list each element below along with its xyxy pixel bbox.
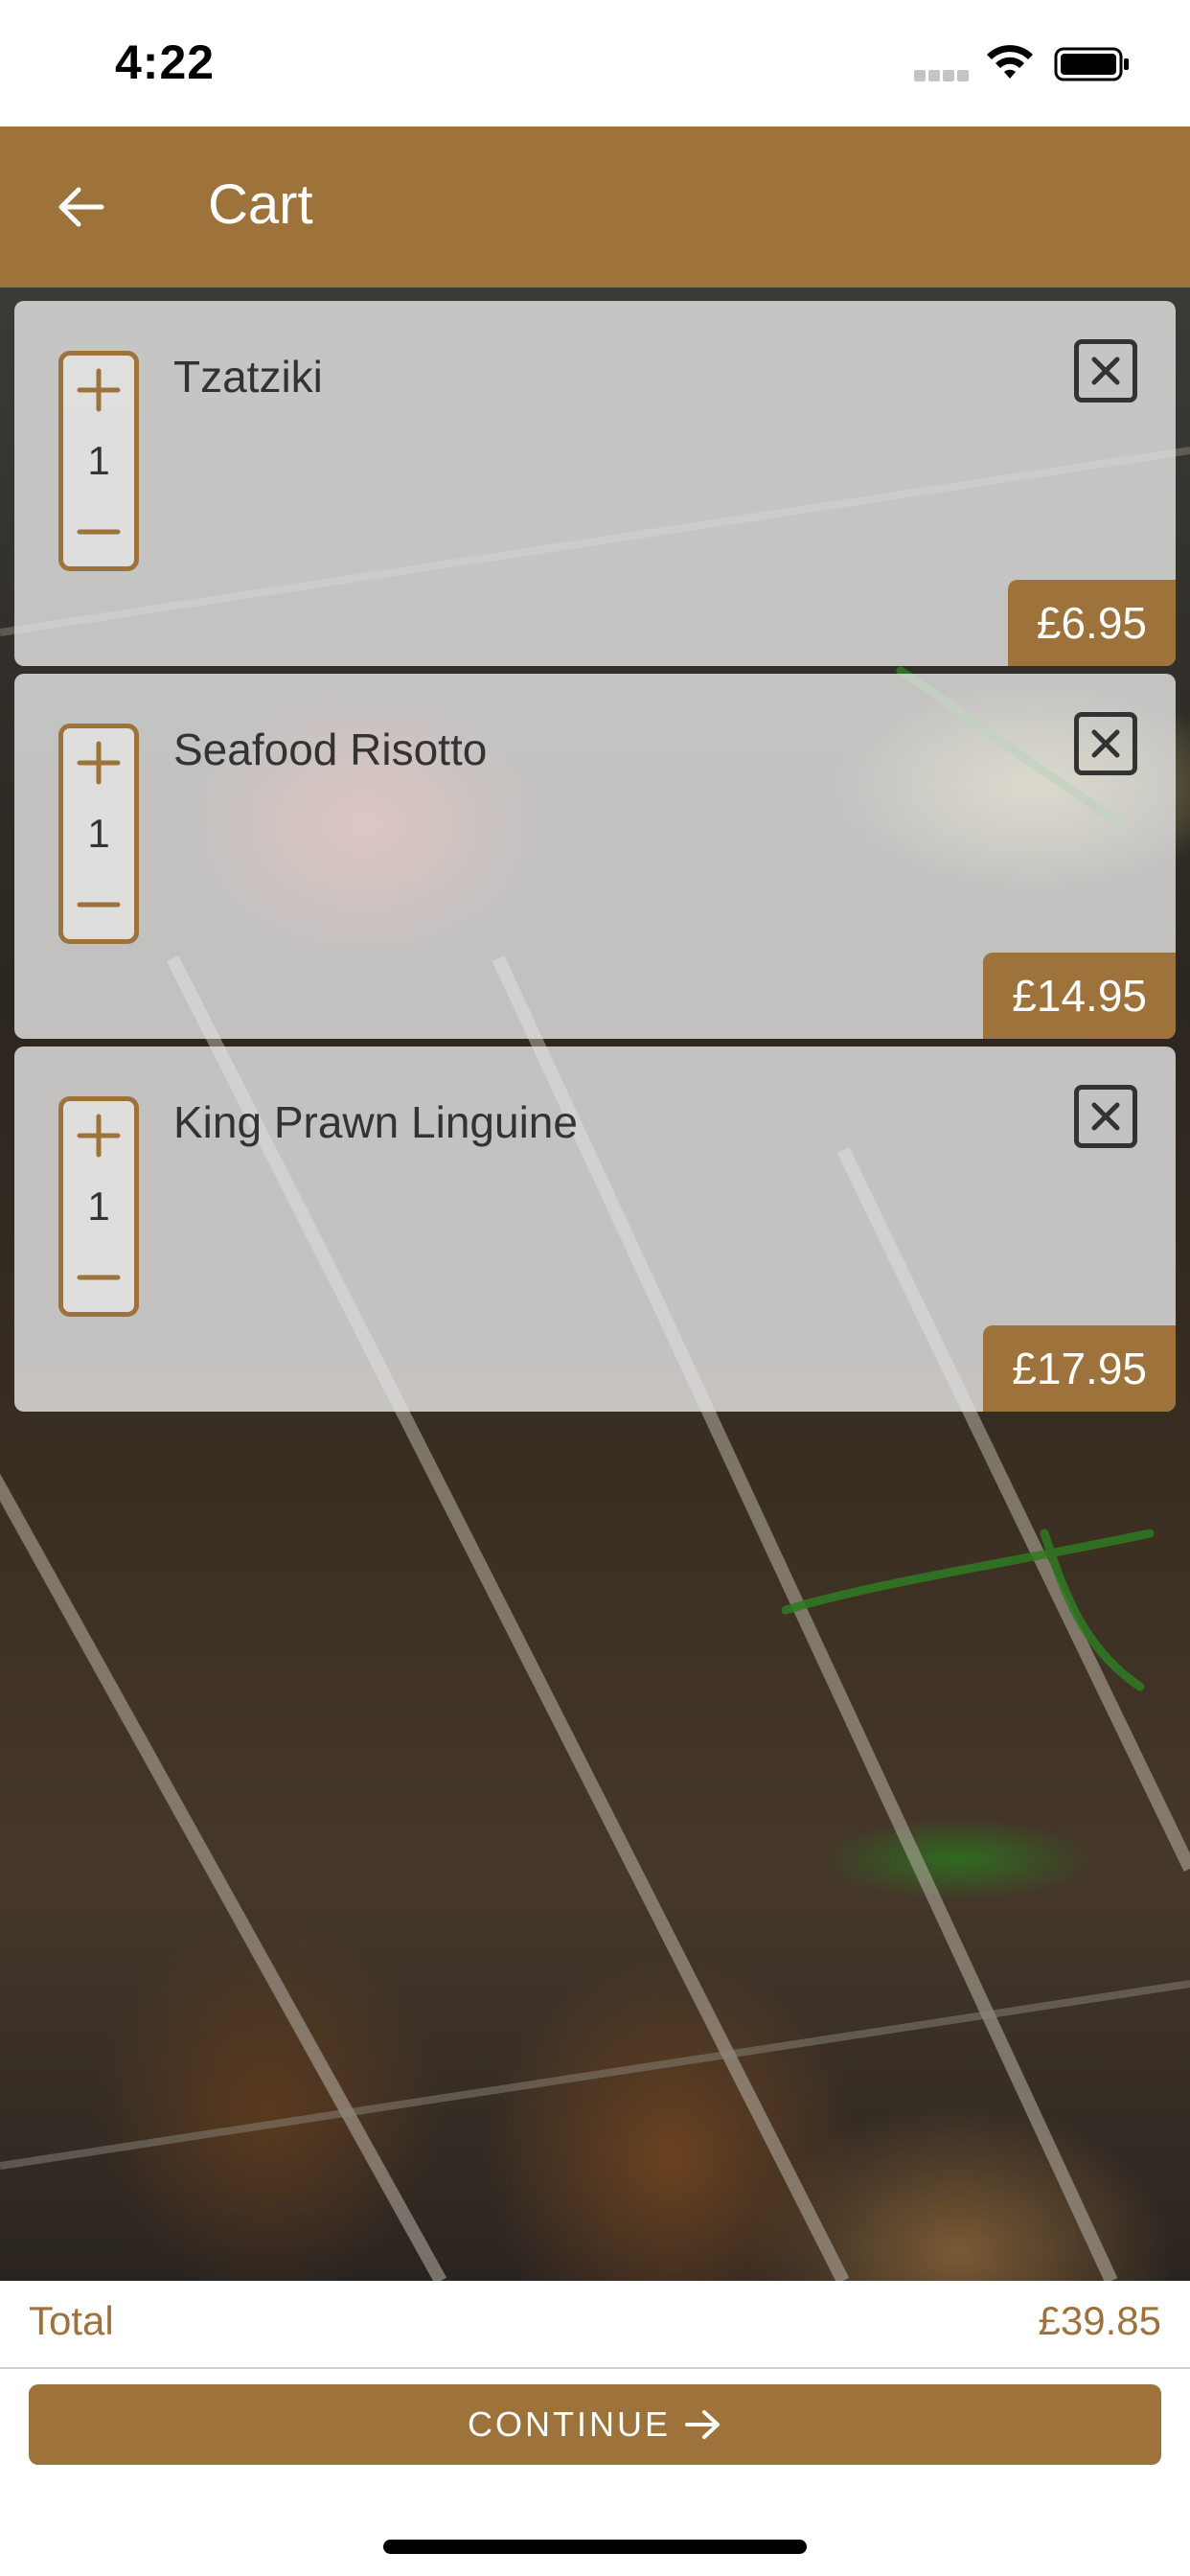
increase-quantity-button[interactable] (63, 356, 134, 425)
remove-item-button[interactable] (1074, 712, 1137, 775)
quantity-stepper: 1 (58, 351, 139, 571)
item-price: £17.95 (983, 1325, 1176, 1412)
close-icon (1091, 1102, 1120, 1131)
arrow-left-icon (58, 187, 104, 227)
quantity-stepper: 1 (58, 1096, 139, 1317)
close-icon (1091, 729, 1120, 758)
total-value: £39.85 (1038, 2298, 1161, 2343)
plus-icon (77, 1114, 121, 1158)
page-title: Cart (208, 173, 313, 236)
item-name: Seafood Risotto (173, 724, 488, 774)
remove-item-button[interactable] (1074, 339, 1137, 402)
signal-icon (914, 69, 972, 82)
quantity-value: 1 (87, 1184, 110, 1229)
arrow-right-icon (685, 2410, 720, 2439)
total-label: Total (29, 2298, 114, 2343)
close-icon (1091, 356, 1120, 385)
wifi-icon (987, 45, 1033, 79)
quantity-stepper: 1 (58, 724, 139, 944)
cart-list: 1 Tzatziki £6.95 1 Seafood Risotto £14.9… (14, 301, 1176, 1419)
decrease-quantity-button[interactable] (63, 497, 134, 566)
item-price: £6.95 (1007, 580, 1176, 666)
cart-item: 1 Seafood Risotto £14.95 (14, 674, 1176, 1039)
back-button[interactable] (38, 165, 123, 249)
footer-divider (0, 2367, 1190, 2369)
decrease-quantity-button[interactable] (63, 1243, 134, 1312)
decrease-quantity-button[interactable] (63, 870, 134, 939)
increase-quantity-button[interactable] (63, 1101, 134, 1170)
remove-item-button[interactable] (1074, 1085, 1137, 1148)
item-price: £14.95 (983, 953, 1176, 1039)
cart-item: 1 King Prawn Linguine £17.95 (14, 1046, 1176, 1412)
status-time: 4:22 (115, 35, 216, 89)
item-name: King Prawn Linguine (173, 1097, 578, 1147)
status-bar: 4:22 (0, 0, 1190, 126)
plus-icon (77, 741, 121, 785)
home-indicator (383, 2540, 807, 2554)
plus-icon (77, 368, 121, 412)
battery-icon (1054, 47, 1129, 81)
item-name: Tzatziki (173, 352, 323, 402)
increase-quantity-button[interactable] (63, 728, 134, 797)
app-header: Cart (0, 126, 1190, 288)
quantity-value: 1 (87, 811, 110, 856)
cart-item: 1 Tzatziki £6.95 (14, 301, 1176, 666)
minus-icon (77, 902, 121, 908)
cart-footer: Total £39.85 CONTINUE (0, 2281, 1190, 2576)
continue-label: CONTINUE (468, 2404, 671, 2444)
quantity-value: 1 (87, 438, 110, 483)
continue-button[interactable]: CONTINUE (29, 2384, 1161, 2465)
minus-icon (77, 529, 121, 535)
minus-icon (77, 1275, 121, 1280)
